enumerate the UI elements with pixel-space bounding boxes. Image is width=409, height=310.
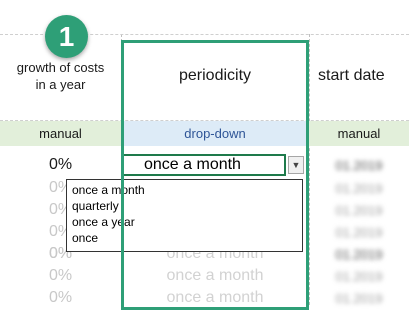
start-date-cell[interactable]: 01.2019 <box>309 265 409 287</box>
start-date-cell[interactable]: 01.2019 <box>309 199 409 221</box>
input-type-start-date: manual <box>309 121 409 146</box>
highlight-frame <box>121 40 309 310</box>
growth-cell[interactable]: 0% <box>0 265 121 287</box>
start-date-cell[interactable]: 01.2019 <box>309 154 409 176</box>
step-number-badge: 1 <box>45 15 88 58</box>
start-date-cell[interactable]: 01.2019 <box>309 243 409 265</box>
column-header-start-date[interactable]: start date <box>309 34 409 118</box>
start-date-cell[interactable]: 01.2019 <box>309 221 409 243</box>
start-date-cell[interactable]: 01.2019 <box>309 177 409 199</box>
growth-cell[interactable]: 0% <box>0 154 121 176</box>
input-type-growth: manual <box>0 121 121 146</box>
growth-cell[interactable]: 0% <box>0 287 121 309</box>
spreadsheet: growth of costs in a year periodicity st… <box>0 0 409 310</box>
start-date-cell[interactable]: 01.2019 <box>309 287 409 309</box>
